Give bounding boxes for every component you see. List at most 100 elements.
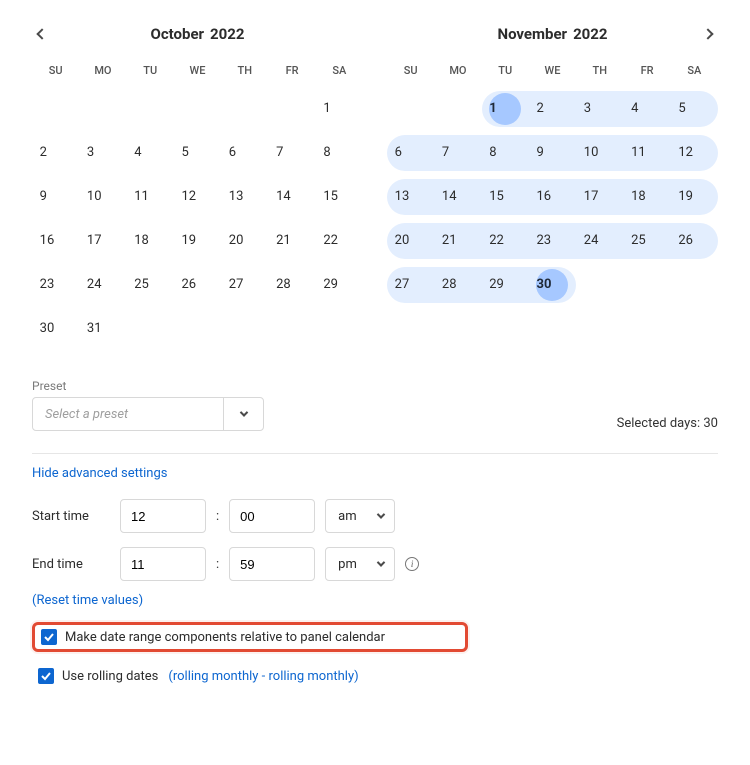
calendar-month: October [151,25,205,43]
selected-days-label: Selected days: [617,416,701,431]
start-time-label: Start time [32,509,110,524]
calendar-day[interactable]: 20 [229,225,261,257]
calendar-day[interactable]: 30 [40,313,72,345]
calendar-day[interactable]: 31 [87,313,119,345]
calendar-day[interactable]: 5 [181,137,213,169]
calendar-day[interactable]: 14 [276,181,308,213]
calendar-cell: 8 [316,135,363,171]
calendar-day[interactable]: 10 [584,137,616,169]
calendar-day[interactable]: 10 [87,181,119,213]
calendar-day[interactable]: 18 [631,181,663,213]
calendar-day[interactable]: 22 [323,225,355,257]
preset-block: Preset Select a preset [32,379,264,431]
calendar-day[interactable]: 25 [134,269,166,301]
calendar-day[interactable]: 27 [229,269,261,301]
calendar-day[interactable]: 13 [395,181,427,213]
calendar-day[interactable]: 4 [631,93,663,125]
calendar-day[interactable]: 22 [489,225,521,257]
calendar-day[interactable]: 14 [442,181,474,213]
calendar-cell [316,311,363,347]
end-minute-input[interactable] [229,547,315,581]
preset-select[interactable]: Select a preset [32,397,264,431]
calendar-day[interactable]: 12 [181,181,213,213]
calendar-day[interactable]: 21 [276,225,308,257]
calendar-day[interactable]: 23 [40,269,72,301]
start-ampm-select[interactable]: am [325,499,395,533]
calendar-day[interactable]: 11 [134,181,166,213]
prev-month-button[interactable] [32,20,52,48]
calendar-dow: WE [174,54,221,87]
selected-days-summary: Selected days: 30 [617,416,718,431]
chevron-right-icon [702,28,713,39]
calendar-day[interactable]: 7 [276,137,308,169]
calendar-day[interactable]: 18 [134,225,166,257]
calendar-dow: MO [79,54,126,87]
calendar-cell [387,91,434,127]
calendar-cell: 23 [32,267,79,303]
calendar-cell [482,311,529,347]
calendar-day[interactable]: 15 [323,181,355,213]
calendar-cell: 27 [221,267,268,303]
preset-dropdown-toggle[interactable] [223,398,263,430]
calendar-day[interactable]: 24 [87,269,119,301]
relative-to-panel-checkbox[interactable] [41,629,57,645]
end-hour-input[interactable] [120,547,206,581]
calendar-weeks: 1234567891011121314151617181920212223242… [387,87,718,351]
calendar-cell: 19 [174,223,221,259]
calendar-day[interactable]: 3 [584,93,616,125]
calendar-day[interactable]: 2 [40,137,72,169]
reset-time-values[interactable]: (Reset time values) [32,593,143,608]
calendar-day[interactable]: 6 [229,137,261,169]
calendar-day[interactable]: 3 [87,137,119,169]
calendar-cell: 18 [127,223,174,259]
calendar-day[interactable]: 1 [323,93,355,125]
calendar-cell [268,91,315,127]
rolling-dates-checkbox[interactable] [38,668,54,684]
calendar-cell [387,311,434,347]
calendar-day[interactable]: 24 [584,225,616,257]
calendar-day[interactable]: 21 [442,225,474,257]
calendar-cell: 30 [32,311,79,347]
calendar-day[interactable]: 8 [489,137,521,169]
calendar-day[interactable]: 28 [276,269,308,301]
calendar-day[interactable]: 8 [323,137,355,169]
calendar-day[interactable]: 20 [395,225,427,257]
calendar-day[interactable]: 26 [181,269,213,301]
calendar-dow: TH [576,54,623,87]
calendar-cell: 2 [32,135,79,171]
end-ampm-select[interactable]: pm [325,547,395,581]
calendar-cell: 14 [268,179,315,215]
calendar-day[interactable]: 9 [40,181,72,213]
calendar-week: 30 31 [32,307,363,351]
calendar-day[interactable]: 27 [395,269,427,301]
calendar-day[interactable]: 29 [489,269,521,301]
calendar-day[interactable]: 19 [181,225,213,257]
relative-to-panel-label: Make date range components relative to p… [65,630,385,645]
calendar-day[interactable]: 7 [442,137,474,169]
calendar-day[interactable]: 13 [229,181,261,213]
calendar-week: 23 24 25 26 27 28 29 [32,263,363,307]
calendar-day[interactable]: 15 [489,181,521,213]
calendar-cell: 24 [79,267,126,303]
next-month-button[interactable] [698,20,718,48]
calendar-day[interactable]: 11 [631,137,663,169]
start-hour-input[interactable] [120,499,206,533]
calendar-year: 2022 [573,25,607,43]
rolling-dates-hint[interactable]: (rolling monthly - rolling monthly) [168,669,358,684]
calendar-day[interactable]: 4 [134,137,166,169]
calendar-day[interactable]: 28 [442,269,474,301]
toggle-advanced-settings[interactable]: Hide advanced settings [32,466,718,481]
info-icon[interactable]: i [405,557,419,571]
calendar-day[interactable]: 25 [631,225,663,257]
start-time-row: Start time : am [32,499,718,533]
calendar-day[interactable]: 17 [87,225,119,257]
calendar-dow: SA [671,54,718,87]
calendar-day[interactable]: 17 [584,181,616,213]
start-minute-input[interactable] [229,499,315,533]
calendar-day[interactable]: 1 [489,93,521,125]
calendar-day[interactable]: 6 [395,137,427,169]
calendar-day[interactable]: 29 [323,269,355,301]
time-colon: : [216,557,219,572]
calendar-day[interactable]: 16 [40,225,72,257]
calendar-cell: 6 [221,135,268,171]
